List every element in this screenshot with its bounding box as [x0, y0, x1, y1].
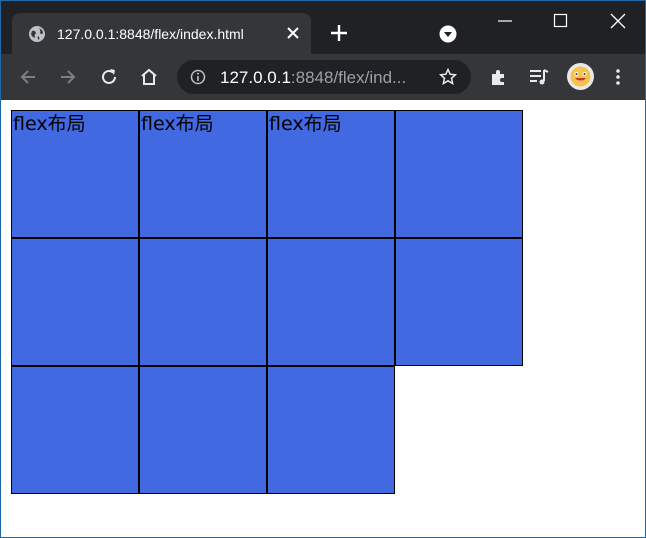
url-host: 127.0.0.1 — [220, 68, 291, 87]
flex-item — [11, 366, 139, 494]
tab-close-icon[interactable] — [287, 27, 299, 39]
info-icon[interactable] — [190, 69, 206, 85]
flex-item: flex布局 — [11, 110, 139, 238]
flex-item: flex布局 — [139, 110, 267, 238]
address-bar[interactable]: 127.0.0.1:8848/flex/ind... — [177, 60, 471, 94]
extensions-puzzle-icon[interactable] — [489, 68, 508, 87]
window-close-icon[interactable] — [608, 11, 628, 31]
page-viewport: flex布局 flex布局 flex布局 — [1, 100, 645, 537]
reload-icon[interactable] — [99, 67, 119, 87]
tab-active[interactable]: 127.0.0.1:8848/flex/index.html — [12, 13, 311, 54]
tab-strip: 127.0.0.1:8848/flex/index.html — [1, 1, 645, 54]
flex-container: flex布局 flex布局 flex布局 — [11, 110, 523, 494]
media-control-icon[interactable] — [529, 68, 549, 86]
maximize-icon[interactable] — [551, 11, 571, 31]
bookmark-star-icon[interactable] — [439, 68, 457, 86]
minimize-icon[interactable] — [495, 11, 515, 31]
kebab-menu-icon[interactable] — [613, 68, 623, 86]
browser-toolbar: 127.0.0.1:8848/flex/ind... — [1, 54, 645, 100]
profile-avatar[interactable] — [567, 63, 594, 90]
flex-item — [267, 366, 395, 494]
address-url: 127.0.0.1:8848/flex/ind... — [220, 68, 406, 88]
home-icon[interactable] — [139, 67, 159, 87]
browser-window: 127.0.0.1:8848/flex/index.html 127.0.0.1… — [0, 0, 646, 538]
back-arrow-icon[interactable] — [18, 67, 38, 87]
tab-search-icon[interactable] — [439, 25, 457, 43]
flex-item — [139, 238, 267, 366]
forward-arrow-icon[interactable] — [58, 67, 78, 87]
flex-item — [11, 238, 139, 366]
new-tab-plus-icon[interactable] — [330, 24, 348, 42]
flex-item — [139, 366, 267, 494]
globe-icon — [29, 26, 45, 42]
flex-item — [395, 238, 523, 366]
flex-item: flex布局 — [267, 110, 395, 238]
url-path: :8848/flex/ind... — [290, 68, 407, 87]
flex-item — [395, 110, 523, 238]
avatar-emoji-icon — [570, 66, 591, 87]
tab-title: 127.0.0.1:8848/flex/index.html — [57, 26, 244, 42]
flex-item — [267, 238, 395, 366]
